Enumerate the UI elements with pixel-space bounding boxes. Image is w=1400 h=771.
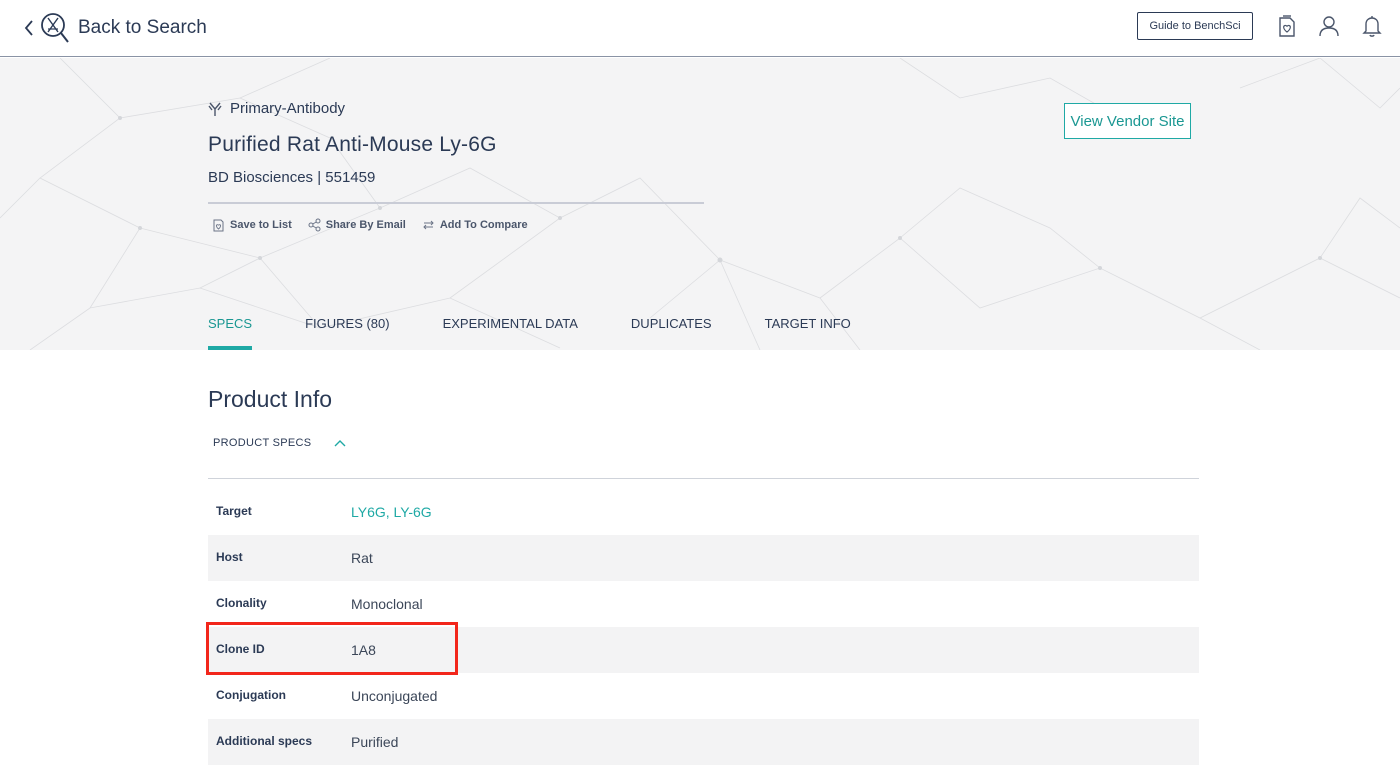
product-title: Purified Rat Anti-Mouse Ly-6G xyxy=(208,133,497,156)
spec-value: Purified xyxy=(351,734,399,750)
product-specs-label: PRODUCT SPECS xyxy=(213,437,312,449)
spec-key: Conjugation xyxy=(216,688,286,702)
share-by-email-button[interactable]: Share By Email xyxy=(308,218,406,232)
clone-id-highlight-box xyxy=(206,622,458,675)
antibody-icon xyxy=(208,102,222,116)
tab-specs[interactable]: SPECS xyxy=(208,308,253,350)
product-tabs: SPECS FIGURES (80) EXPERIMENTAL DATA DUP… xyxy=(208,308,904,350)
back-to-search-label: Back to Search xyxy=(78,17,207,38)
spec-value: Rat xyxy=(351,550,373,566)
spec-row-clonality: Clonality Monoclonal xyxy=(208,581,1199,627)
target-link[interactable]: LY6G, LY-6G xyxy=(351,504,432,520)
bell-icon[interactable] xyxy=(1361,14,1383,38)
save-to-list-button[interactable]: Save to List xyxy=(212,218,292,232)
spec-key: Additional specs xyxy=(216,734,313,748)
spec-key: Target xyxy=(216,504,252,518)
tab-experimental-data[interactable]: EXPERIMENTAL DATA xyxy=(443,308,578,350)
add-to-compare-label: Add To Compare xyxy=(439,219,528,231)
top-bar: Back to Search Guide to BenchSci xyxy=(0,0,1400,57)
back-to-search-link[interactable]: Back to Search xyxy=(22,11,207,45)
tab-figures[interactable]: FIGURES (80) xyxy=(305,308,390,350)
share-icon xyxy=(308,218,321,232)
spec-value: Monoclonal xyxy=(351,596,423,612)
divider xyxy=(208,478,1199,479)
benchsci-logo-icon xyxy=(41,13,69,43)
chevron-left-icon xyxy=(24,20,33,36)
guide-to-benchsci-button[interactable]: Guide to BenchSci xyxy=(1137,12,1253,40)
product-header: Primary-Antibody Purified Rat Anti-Mouse… xyxy=(0,58,1400,350)
product-type-label: Primary-Antibody xyxy=(230,100,346,117)
product-actions: Save to List Share By Email Add To Compa… xyxy=(212,218,544,232)
share-by-email-label: Share By Email xyxy=(325,219,406,231)
user-icon[interactable] xyxy=(1318,14,1340,38)
tab-target-info[interactable]: TARGET INFO xyxy=(765,308,851,350)
chevron-up-icon xyxy=(334,440,346,447)
spec-row-conjugation: Conjugation Unconjugated xyxy=(208,673,1199,719)
product-type: Primary-Antibody xyxy=(208,100,345,117)
spec-row-target: Target LY6G, LY-6G xyxy=(208,489,1199,535)
save-list-icon xyxy=(213,219,224,232)
save-to-list-label: Save to List xyxy=(230,219,292,231)
compare-icon xyxy=(423,220,434,230)
saved-list-icon[interactable] xyxy=(1276,14,1298,38)
spec-row-host: Host Rat xyxy=(208,535,1199,581)
vendor-catalog-line: BD Biosciences | 551459 xyxy=(208,169,376,186)
spec-value: Unconjugated xyxy=(351,688,438,704)
spec-row-additional-specs: Additional specs Purified xyxy=(208,719,1199,765)
divider xyxy=(208,202,704,204)
spec-key: Clonality xyxy=(216,596,267,610)
product-info-heading: Product Info xyxy=(208,386,333,412)
tab-duplicates[interactable]: DUPLICATES xyxy=(631,308,712,350)
add-to-compare-button[interactable]: Add To Compare xyxy=(422,218,528,232)
product-specs-toggle[interactable]: PRODUCT SPECS xyxy=(213,437,347,449)
view-vendor-site-button[interactable]: View Vendor Site xyxy=(1064,103,1191,139)
spec-key: Host xyxy=(216,550,243,564)
